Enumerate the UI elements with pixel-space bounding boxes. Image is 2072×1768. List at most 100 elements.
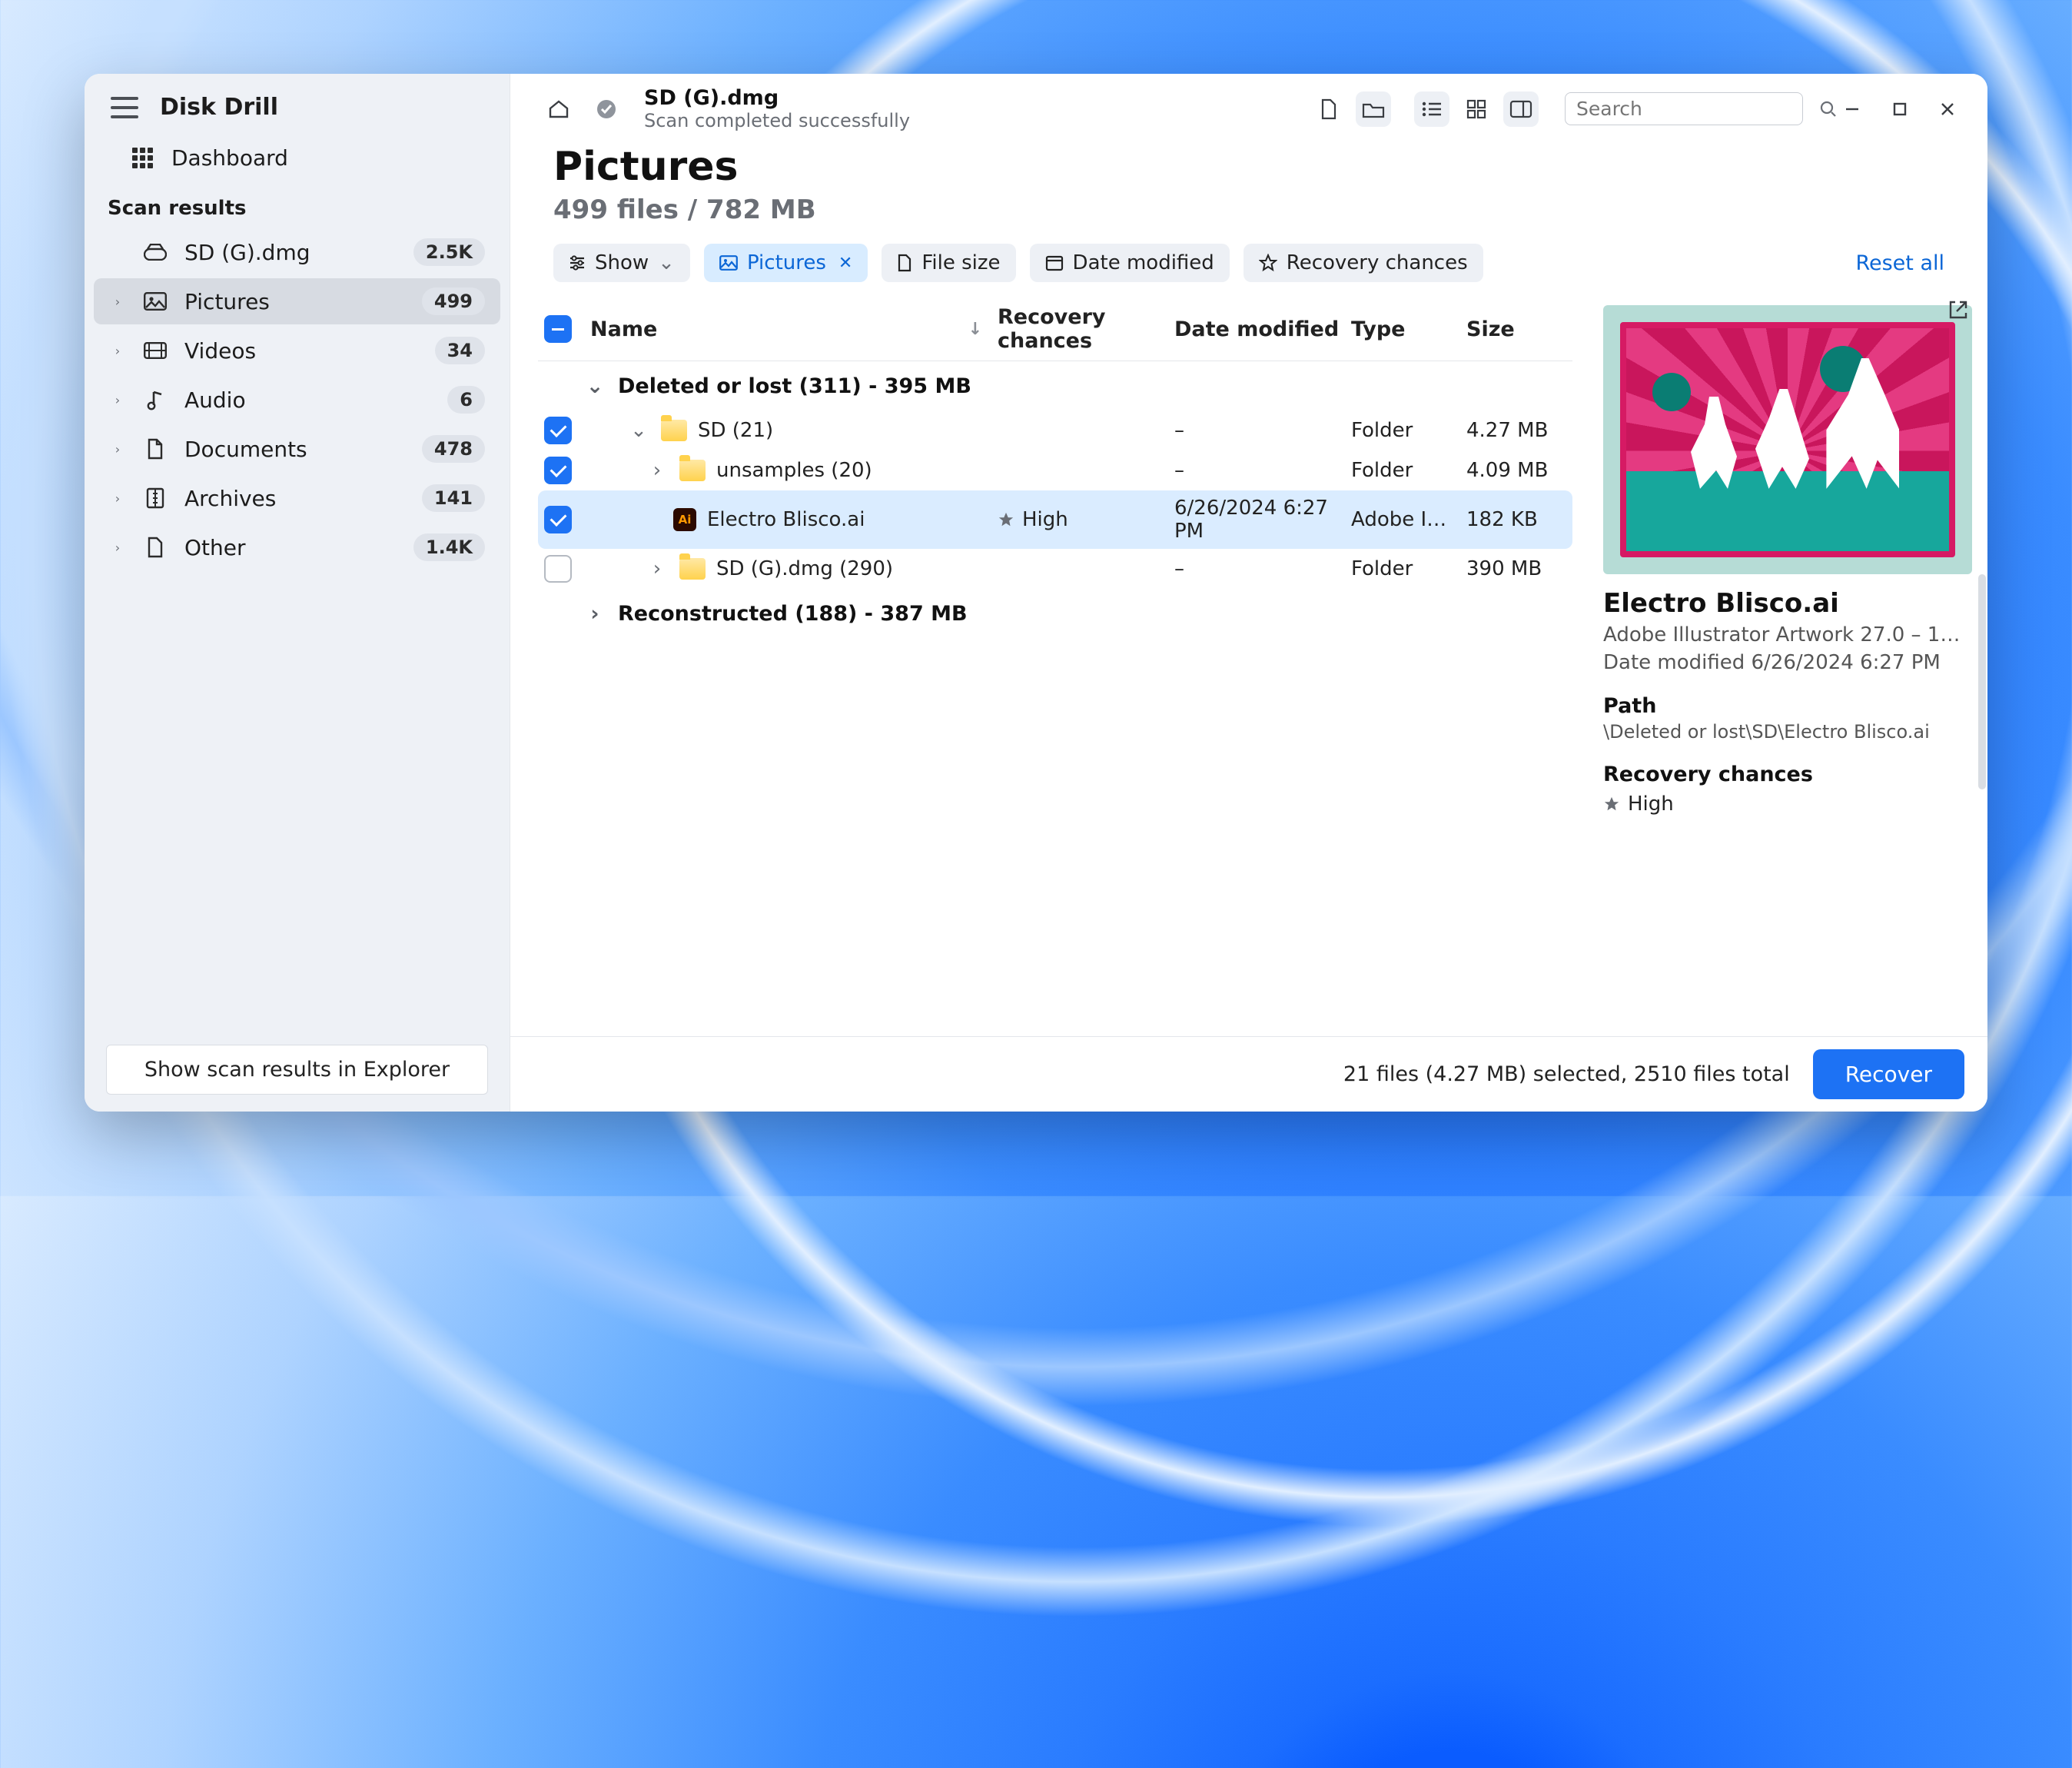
scan-subtitle: Scan completed successfully — [644, 110, 910, 131]
preview-type: Adobe Illustrator Artwork 27.0 – 1… — [1603, 623, 1972, 646]
maximize-button[interactable] — [1878, 91, 1921, 127]
chevron-right-icon[interactable]: › — [646, 459, 669, 482]
sidebar-item-other[interactable]: › Other 1.4K — [94, 524, 500, 570]
list-view-icon[interactable] — [1414, 91, 1449, 127]
home-icon[interactable] — [541, 91, 576, 127]
recover-button[interactable]: Recover — [1813, 1049, 1964, 1099]
sidebar-item-archives[interactable]: › Archives 141 — [94, 475, 500, 521]
chevron-right-icon[interactable]: › — [646, 557, 669, 580]
col-size[interactable]: Size — [1466, 317, 1566, 341]
cell-size: 4.09 MB — [1466, 459, 1566, 482]
preview-pane: Electro Blisco.ai Adobe Illustrator Artw… — [1588, 297, 1987, 1036]
cell-size: 390 MB — [1466, 557, 1566, 580]
chevron-right-icon: › — [109, 442, 126, 457]
col-type[interactable]: Type — [1351, 317, 1466, 341]
count-badge: 499 — [422, 287, 485, 315]
chevron-down-icon[interactable]: ⌄ — [581, 372, 609, 400]
cell-date: – — [1174, 419, 1351, 442]
cell-date: – — [1174, 557, 1351, 580]
chevron-right-icon: › — [109, 344, 126, 358]
recovery-filter-chip[interactable]: Recovery chances — [1244, 244, 1483, 282]
search-input[interactable] — [1565, 92, 1803, 125]
sidebar-item-device[interactable]: › SD (G).dmg 2.5K — [94, 229, 500, 275]
sidebar-item-videos[interactable]: › Videos 34 — [94, 327, 500, 374]
video-icon — [141, 342, 169, 359]
picture-icon — [719, 255, 738, 271]
chevron-right-icon: › — [109, 540, 126, 555]
group-reconstructed[interactable]: › Reconstructed (188) - 387 MB — [538, 589, 1572, 638]
cell-type: Folder — [1351, 419, 1466, 442]
sidebar-item-label: Dashboard — [171, 145, 288, 171]
reset-all-link[interactable]: Reset all — [1855, 251, 1944, 275]
pictures-filter-chip[interactable]: Pictures ✕ — [704, 244, 868, 282]
archive-icon — [141, 487, 169, 509]
sort-desc-icon[interactable]: ↓ — [968, 320, 982, 339]
preview-pane-icon[interactable] — [1503, 91, 1539, 127]
scan-title: SD (G).dmg — [644, 86, 910, 110]
show-filter-chip[interactable]: Show ⌄ — [553, 244, 690, 282]
star-icon — [998, 511, 1014, 528]
sidebar-item-label: Documents — [184, 437, 407, 462]
folder-icon — [679, 558, 706, 580]
preview-path-label: Path — [1603, 694, 1972, 718]
app-window: Disk Drill Dashboard Scan results › SD (… — [85, 74, 1987, 1112]
clear-filter-icon[interactable]: ✕ — [838, 254, 852, 273]
table-row[interactable]: ⌄ SD (21) – Folder 4.27 MB — [538, 410, 1572, 450]
sidebar-item-pictures[interactable]: › Pictures 499 — [94, 278, 500, 324]
close-button[interactable] — [1926, 91, 1969, 127]
count-badge: 478 — [422, 435, 485, 463]
table-header: Name ↓ Recovery chances Date modified Typ… — [538, 297, 1572, 361]
row-checkbox[interactable] — [544, 506, 572, 533]
col-recovery[interactable]: Recovery chances — [998, 305, 1174, 353]
cell-type: Adobe I… — [1351, 508, 1466, 531]
selection-status: 21 files (4.27 MB) selected, 2510 files … — [1343, 1062, 1790, 1086]
table-row[interactable]: Ai Electro Blisco.ai High 6/26/2024 6:27… — [538, 490, 1572, 549]
preview-path: \Deleted or lost\SD\Electro Blisco.ai — [1603, 721, 1972, 743]
star-icon — [1259, 254, 1277, 272]
folder-view-icon[interactable] — [1356, 91, 1391, 127]
sidebar-section-label: Scan results — [85, 181, 510, 228]
filesize-filter-chip[interactable]: File size — [882, 244, 1015, 282]
open-external-icon[interactable] — [1947, 299, 1969, 321]
minimize-button[interactable] — [1831, 91, 1874, 127]
show-in-explorer-button[interactable]: Show scan results in Explorer — [106, 1045, 488, 1095]
table-row[interactable]: › unsamples (20) – Folder 4.09 MB — [538, 450, 1572, 490]
sidebar-item-audio[interactable]: › Audio 6 — [94, 377, 500, 423]
grid-icon — [132, 148, 153, 168]
date-filter-chip[interactable]: Date modified — [1030, 244, 1230, 282]
chevron-right-icon: › — [109, 393, 126, 407]
count-badge: 1.4K — [413, 533, 485, 561]
cell-type: Folder — [1351, 557, 1466, 580]
count-badge: 6 — [447, 386, 485, 414]
row-checkbox[interactable] — [544, 417, 572, 444]
menu-icon[interactable] — [111, 97, 138, 118]
chevron-down-icon[interactable]: ⌄ — [627, 419, 650, 442]
sidebar-item-label: Other — [184, 535, 398, 560]
table-row[interactable]: › SD (G).dmg (290) – Folder 390 MB — [538, 549, 1572, 589]
select-all-checkbox[interactable] — [544, 315, 572, 343]
search-field[interactable] — [1576, 98, 1820, 120]
count-badge: 2.5K — [413, 238, 485, 266]
cell-size: 182 KB — [1466, 508, 1566, 531]
file-icon — [897, 254, 912, 272]
row-checkbox[interactable] — [544, 457, 572, 484]
cell-size: 4.27 MB — [1466, 419, 1566, 442]
sidebar-item-dashboard[interactable]: Dashboard — [85, 135, 510, 181]
cell-date: 6/26/2024 6:27 PM — [1174, 497, 1351, 543]
page-subtitle: 499 files / 782 MB — [553, 194, 1944, 225]
file-view-icon[interactable] — [1311, 91, 1346, 127]
file-icon — [141, 537, 169, 558]
file-table: Name ↓ Recovery chances Date modified Typ… — [510, 297, 1588, 1036]
scrollbar[interactable] — [1978, 574, 1986, 789]
col-name[interactable]: Name — [590, 317, 657, 341]
col-date[interactable]: Date modified — [1174, 317, 1351, 341]
row-checkbox[interactable] — [544, 555, 572, 583]
ai-file-icon: Ai — [673, 508, 696, 531]
group-deleted[interactable]: ⌄ Deleted or lost (311) - 395 MB — [538, 361, 1572, 410]
drive-icon — [141, 244, 169, 261]
app-title: Disk Drill — [160, 94, 278, 121]
grid-view-icon[interactable] — [1459, 91, 1494, 127]
chevron-right-icon[interactable]: › — [581, 600, 609, 627]
file-name: unsamples (20) — [716, 459, 872, 482]
sidebar-item-documents[interactable]: › Documents 478 — [94, 426, 500, 472]
